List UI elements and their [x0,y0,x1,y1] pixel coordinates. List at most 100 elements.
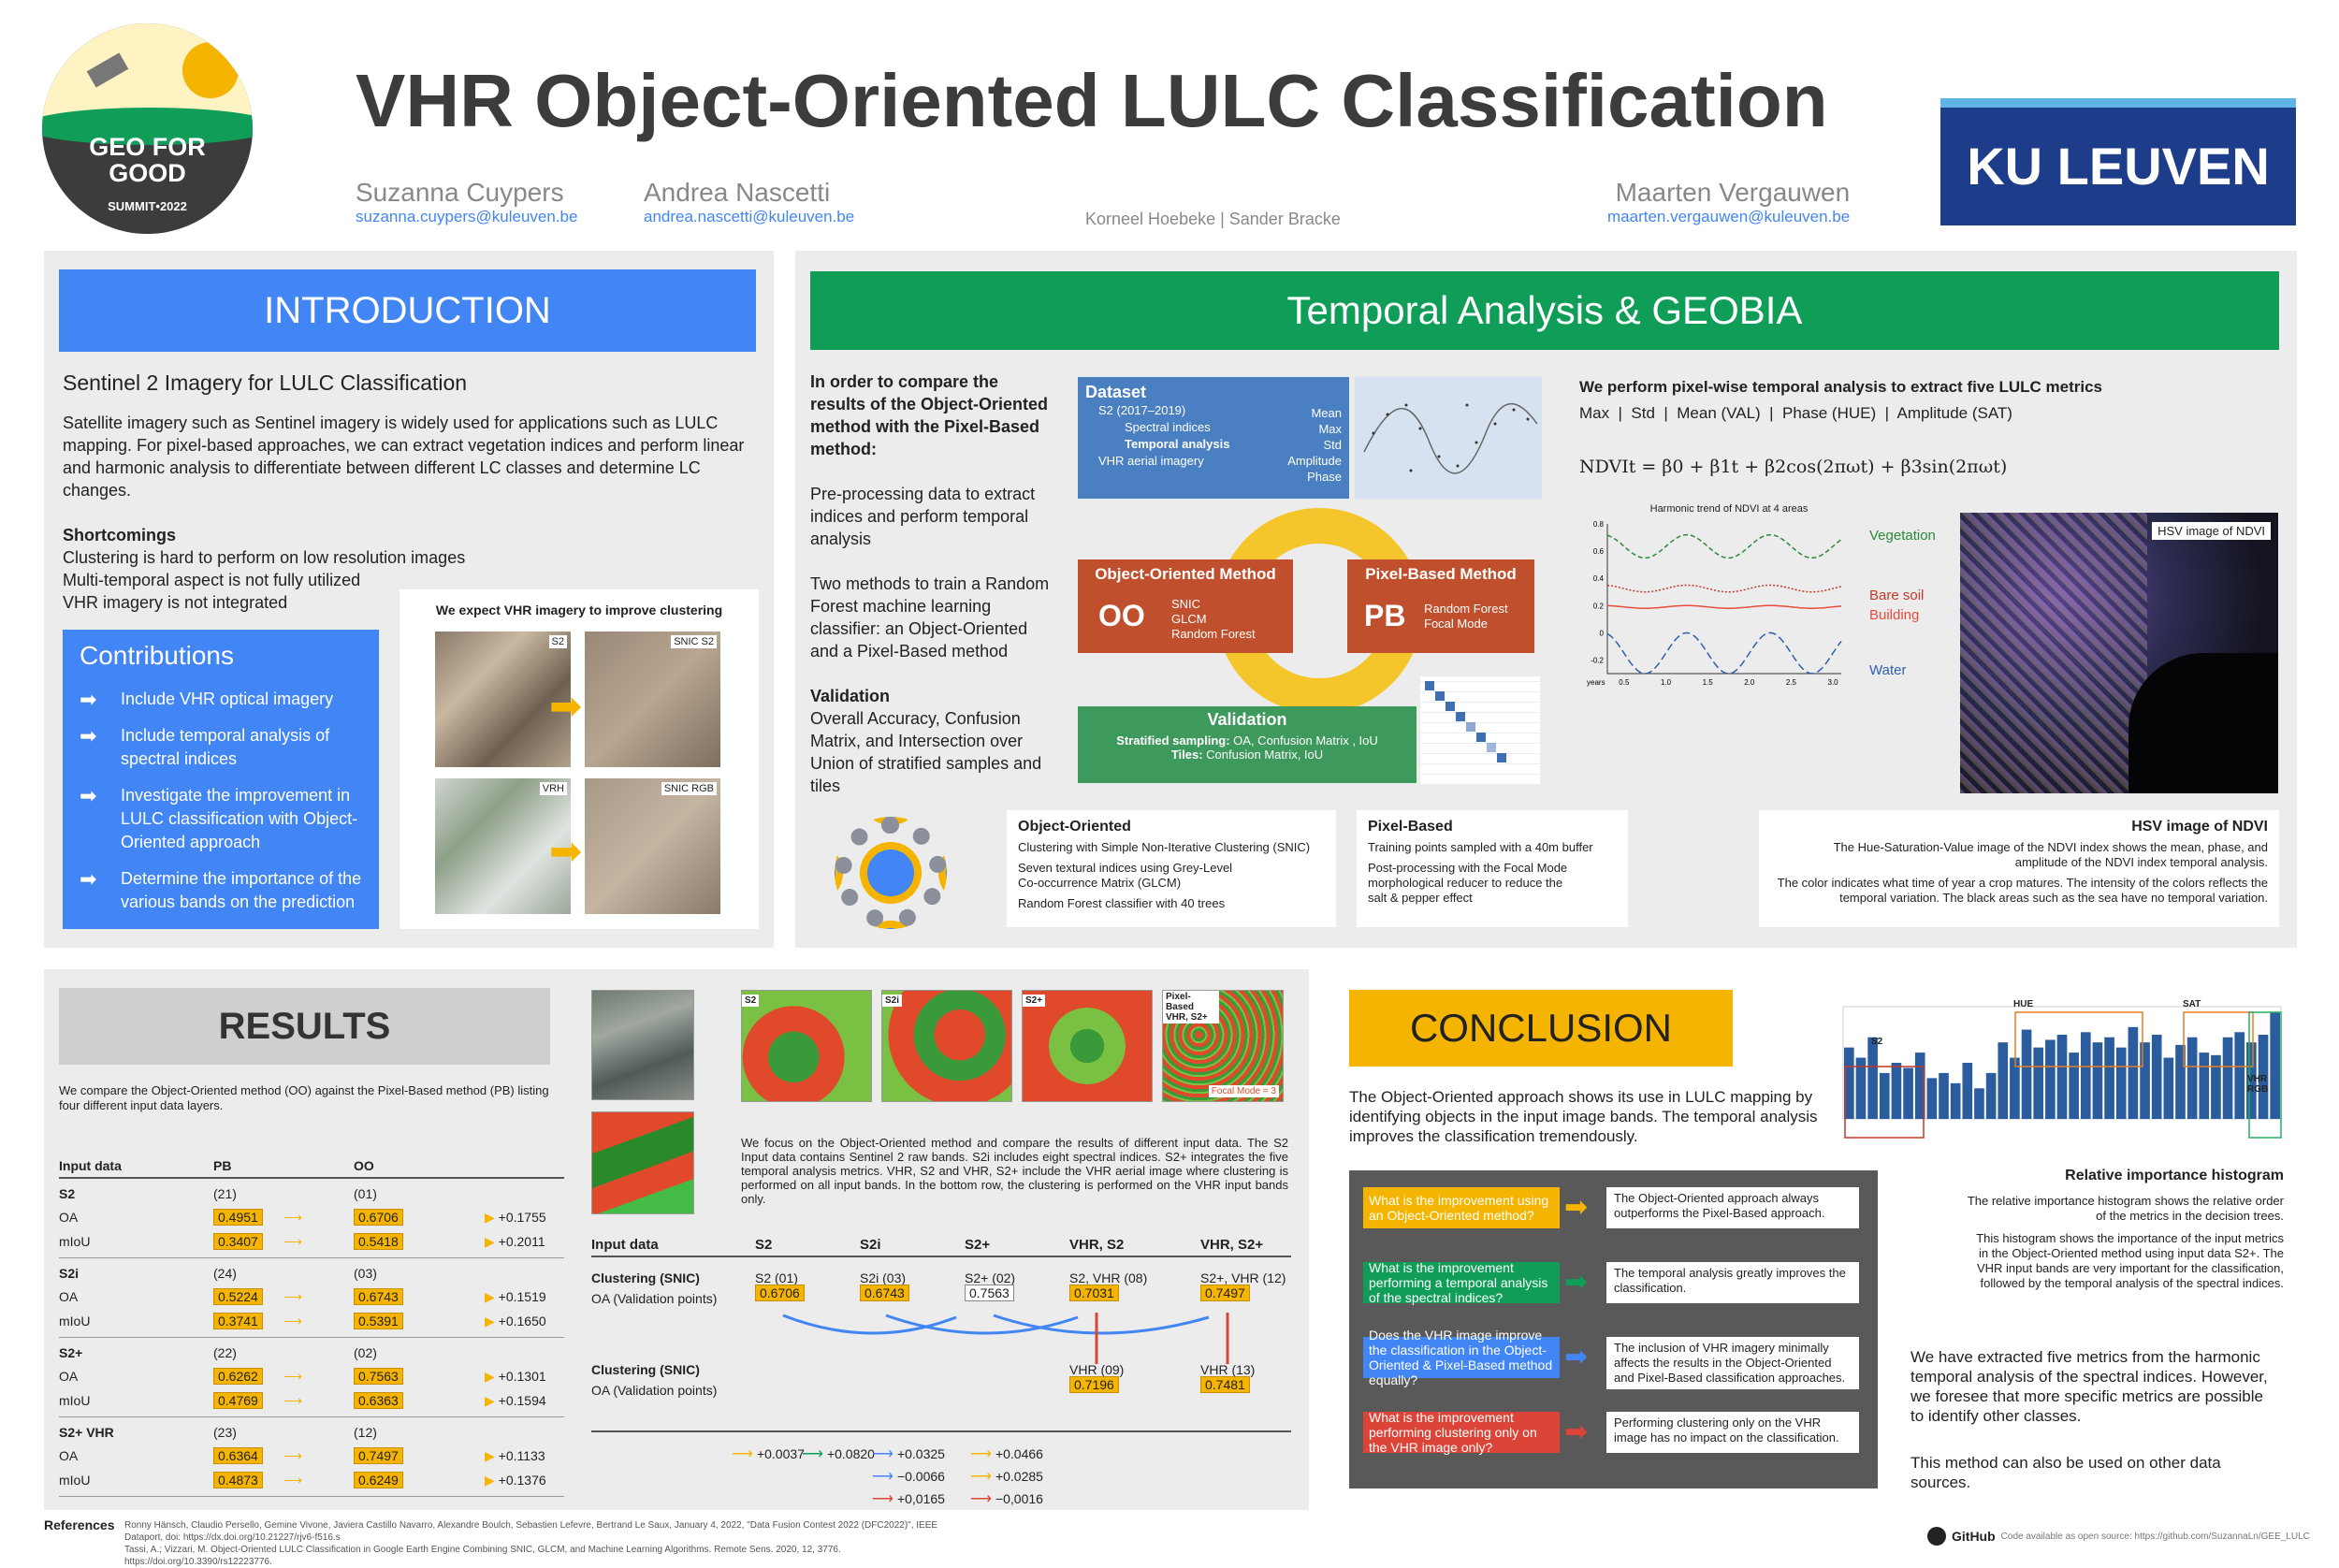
reference-item: Ronny Hänsch, Claudio Persello, Gemine V… [124,1520,938,1543]
hist-label-vhr: VHR RGB [2247,1074,2269,1095]
logo-sub: SUMMIT•2022 [108,199,187,213]
map-s2plus: S2+ [1022,990,1153,1102]
result-row: mIoU 0.3741 ⟶ 0.5391 ▶ +0.1650 [59,1312,546,1329]
legend-water: Water [1869,662,1907,678]
hsv-info: HSV image of NDVI The Hue-Saturation-Val… [1759,810,2279,927]
cmp2-sub: OA (Validation points) [591,1383,718,1398]
author-2-email[interactable]: andrea.nascetti@kuleuven.be [644,208,854,226]
figure-title: We expect VHR imagery to improve cluster… [435,603,723,617]
series-line-building [1606,604,1842,609]
arrow-right-icon: ⟶ [283,1209,302,1225]
arrow-right-icon: ▶ [485,1368,495,1384]
arrow-right-icon: ⟶ [283,1447,302,1463]
x-tick-label: 3.0 [1828,678,1839,687]
result-group: S2i (24) (03) OA 0.5224 ⟶ 0.6743 ▶ +0.1519 mIoU 0… [59,1258,564,1338]
arrow-right-icon: ⟶ [283,1392,302,1408]
map-s2i: S2i [881,990,1012,1102]
hist-bar [1903,1067,1913,1119]
introduction-panel: INTRODUCTION Sentinel 2 Imagery for LULC… [44,251,774,948]
hist-label-sat: SAT [2183,999,2201,1009]
hist-bar [1926,1078,1938,1119]
snic-s2-image: SNIC S2 [585,632,720,767]
temporal-heading: Temporal Analysis & GEOBIA [810,271,2279,350]
legend-bare-soil: Bare soil [1869,588,1925,603]
x-tick-label: 2.5 [1786,678,1797,687]
col-input: Input data [59,1158,122,1173]
arrow-right-icon: ⟶ [283,1472,302,1488]
hist-title: Relative importance histogram [2065,1168,2284,1183]
harmonic-legend: Vegetation Bare soil Building Water [1869,528,1936,678]
series-line-vegetation [1606,533,1842,559]
hist-bar [1867,1037,1878,1119]
chart-axis [1606,524,1841,675]
harmonic-chart: Harmonic trend of NDVI at 4 areas -0.2 0 0… [1570,503,1851,709]
qa-box: What is the improvement using an Object-… [1349,1170,1878,1488]
hist-bar [2234,1032,2245,1119]
object-oriented-info: Object-Oriented Clustering with Simple N… [1007,810,1336,927]
hist-bar [2128,1026,2139,1119]
delta-item: ⟶ −0.0066 [872,1469,945,1485]
hist-bar [2270,1011,2280,1119]
arrow-right-icon: ⟶ [283,1368,302,1384]
intro-paragraph: Satellite imagery such as Sentinel image… [63,414,745,500]
cmp-cell: VHR (09) 0.7196 [1069,1362,1125,1393]
github-link[interactable]: GitHub Code available as open source: ht… [1927,1527,2310,1546]
y-tick-label: 0.6 [1593,547,1605,556]
metrics-title: We perform pixel-wise temporal analysis … [1579,378,2102,396]
arrow-right-icon: ⟶ [872,1491,893,1507]
focal-mode-label: Focal Mode = 3 [1208,1085,1279,1097]
arrow-right-icon: ➡ [1564,1267,1589,1298]
y-tick-label: 0.8 [1593,520,1605,529]
hist-bar [2021,1029,2032,1119]
series-line-water [1606,632,1842,675]
arrow-right-icon: ⟶ [872,1446,893,1462]
comparison-table: Input data S2 S2i S2+ VHR, S2 VHR, S2+ Cluste… [591,1233,1291,1507]
arrow-right-icon: ▶ [485,1447,495,1463]
author-3-email[interactable]: maarten.vergauwen@kuleuven.be [1607,208,1850,226]
delta-item: ⟶ +0.0820 [802,1446,875,1462]
arrow-right-icon: ⟶ [802,1446,823,1462]
hist-bar [2115,1047,2127,1119]
ku-leuven-logo: KU LEUVEN [1940,98,2296,225]
hist-bar [2140,1042,2150,1119]
map-pixel-based: Pixel-Based VHR, S2+ Focal Mode = 3 [1162,990,1284,1102]
hsv-ndvi-image: HSV image of NDVI [1960,513,2278,793]
series-line-bare-soil [1606,584,1842,593]
temporal-left-text: In order to compare the results of the O… [810,372,1050,795]
hist-label-hue: HUE [2013,999,2034,1009]
arrow-right-icon: ⟶ [970,1469,992,1485]
hist-text-1: The relative importance histogram shows … [1967,1194,2284,1223]
introduction-heading: INTRODUCTION [59,269,756,352]
delta-item: ⟶ +0.0325 [872,1446,945,1462]
conclusion-text: The Object-Oriented approach shows its u… [1349,1088,1818,1145]
hist-bar [2186,1037,2198,1119]
y-tick-label: 0.2 [1593,602,1605,610]
hist-bar [1939,1072,1949,1119]
x-axis-label: years [1587,678,1605,687]
author-1-email[interactable]: suzanna.cuypers@kuleuven.be [356,208,577,226]
aerial-image-top [591,990,694,1100]
references-list: Ronny Hänsch, Claudio Persello, Gemine V… [124,1519,966,1568]
hist-bar [2080,1032,2091,1119]
validation-box: Validation Stratified sampling: OA, Conf… [1078,706,1416,783]
qa-question: What is the improvement performing clust… [1363,1410,1560,1455]
hist-bar [2045,1039,2056,1119]
result-row: OA 0.4951 ⟶ 0.6706 ▶ +0.1755 [59,1208,546,1226]
results-table: Input data PB OO S2 (21) (01) OA 0.4951 ⟶ 0.6706… [59,1154,564,1497]
contribution-item: ➡ Include VHR optical imagery [80,688,334,711]
arrow-right-icon: ⟶ [283,1313,302,1328]
delta-item: ⟶ +0.0285 [970,1469,1043,1485]
delta-item: ⟶ +0.0466 [970,1446,1043,1462]
hist-text-2: This histogram shows the importance of t… [1976,1231,2284,1290]
arrow-right-icon: ➡ [549,829,583,873]
arrow-right-icon: ➡ [1564,1342,1589,1372]
hist-bar [1950,1082,1961,1119]
harmonic-chart-title: Harmonic trend of NDVI at 4 areas [1649,503,1809,515]
pixel-based-info: Pixel-Based Training points sampled with… [1357,810,1628,927]
qa-answer: Performing clustering only on the VHR im… [1606,1412,1859,1453]
hist-bar [2092,1042,2103,1119]
shortcomings-title: Shortcomings [63,526,177,544]
arrow-right-icon: ➡ [80,688,97,711]
author-3: Maarten Vergauwen maarten.vergauwen@kuleu… [1607,178,1851,226]
arrow-right-icon: ▶ [485,1233,495,1249]
